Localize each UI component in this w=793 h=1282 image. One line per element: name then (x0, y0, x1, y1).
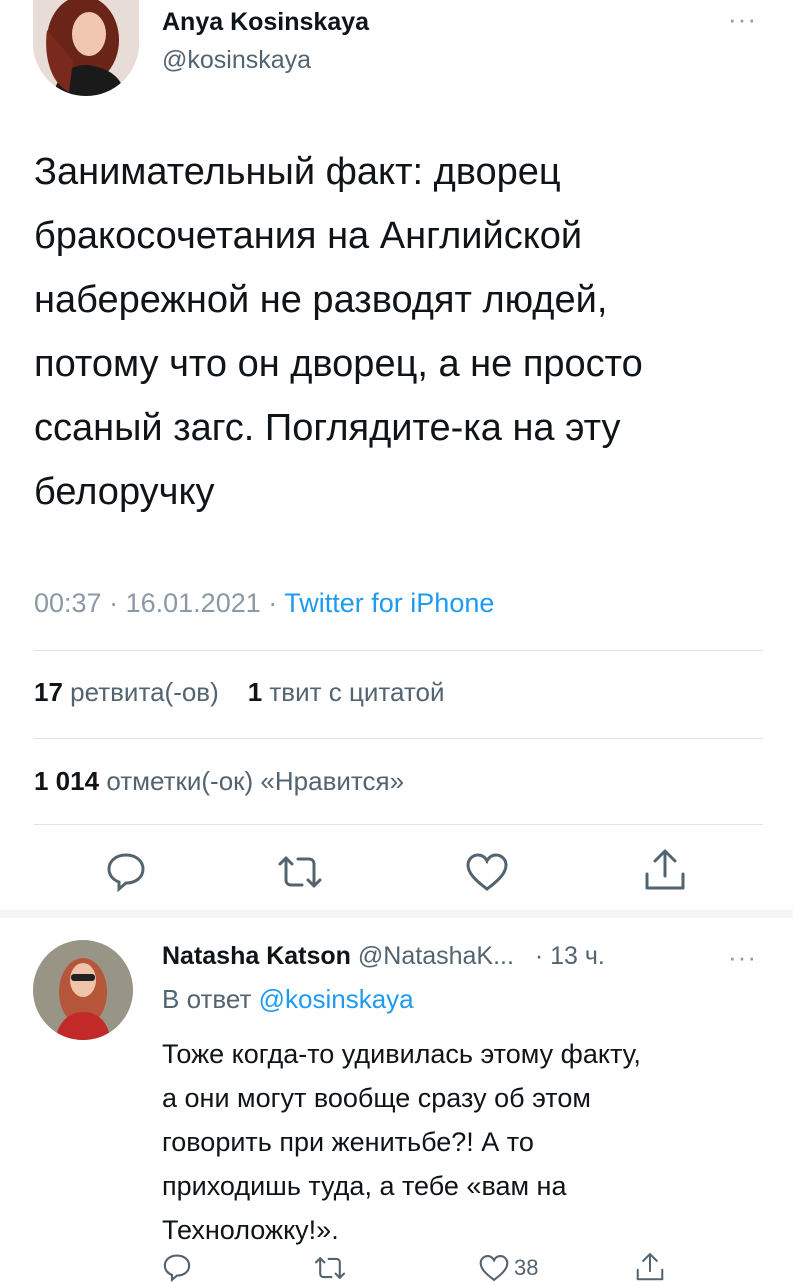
tweet-text-line: бракосочетания на Английской (34, 215, 583, 257)
like-stats[interactable]: 1 014 отметки(-ок) «Нравится» (34, 766, 404, 797)
share-icon (642, 848, 688, 892)
tweet-text-line: набережной не разводят людей, (34, 279, 608, 321)
retweet-icon (276, 852, 324, 892)
reply-like-button[interactable]: 38 (478, 1254, 538, 1282)
reply-time: · 13 ч. (534, 942, 605, 970)
reply-icon (162, 1252, 192, 1282)
tweet-text-line: ссаный загс. Поглядите-ка на эту (34, 407, 621, 449)
reply-author-avatar[interactable] (33, 940, 133, 1040)
retweets-count: 17 (34, 677, 63, 707)
author-name[interactable]: Anya Kosinskaya (162, 8, 369, 37)
tweet-text-line: Занимательный факт: дворец (34, 151, 561, 193)
tweet-text-line: белоручку (34, 471, 215, 513)
reply-retweet-button[interactable] (313, 1254, 347, 1282)
author-handle[interactable]: @kosinskaya (162, 46, 311, 75)
reply-text-line: приходишь туда, а тебе «вам на (162, 1171, 567, 1201)
reply-text-line: Тоже когда-то удивилась этому факту, (162, 1039, 641, 1069)
retweets-label: ретвита(-ов) (70, 677, 219, 707)
meta-separator: · (268, 588, 278, 618)
reply-text-line: а они могут вообще сразу об этом (162, 1083, 591, 1113)
tweet-time: 00:37 (34, 588, 102, 618)
tweet-source-link[interactable]: Twitter for iPhone (284, 588, 494, 618)
meta-separator: · (109, 588, 119, 618)
share-button[interactable] (642, 848, 688, 892)
retweet-stats[interactable]: 17 ретвита(-ов) 1 твит с цитатой (34, 677, 445, 708)
reply-reply-button[interactable] (162, 1252, 192, 1282)
reply-to-line: В ответ @kosinskaya (162, 984, 414, 1015)
reply-button[interactable] (105, 850, 147, 892)
more-options-icon[interactable]: ··· (728, 4, 757, 35)
reply-to-label: В ответ (162, 984, 252, 1014)
divider (34, 738, 763, 739)
tweet-meta: 00:37 · 16.01.2021 · Twitter for iPhone (34, 588, 494, 619)
reply-icon (105, 850, 147, 892)
divider (34, 650, 763, 651)
reply-more-options-icon[interactable]: ··· (728, 942, 757, 973)
heart-icon (478, 1254, 510, 1282)
reply-text: Тоже когда-то удивилась этому факту, а о… (162, 1032, 772, 1252)
likes-count: 1 014 (34, 766, 100, 796)
tweet-text-line: потому что он дворец, а не просто (34, 343, 643, 385)
retweet-icon (313, 1254, 347, 1282)
reply-text-line: говорить при женитьбе?! А то (162, 1127, 534, 1157)
reply-text-line: Техноложку!». (162, 1215, 339, 1245)
section-separator (0, 910, 793, 918)
reply-header: Natasha Katson @NatashaK... · 13 ч. (162, 942, 605, 971)
quotes-count: 1 (247, 677, 263, 707)
likes-label: отметки(-ок) «Нравится» (106, 766, 405, 796)
like-button[interactable] (465, 852, 509, 892)
reply-to-mention[interactable]: @kosinskaya (259, 984, 414, 1014)
reply-share-button[interactable] (634, 1252, 666, 1282)
reply-author-name[interactable]: Natasha Katson (162, 942, 351, 970)
heart-icon (465, 852, 509, 892)
tweet-text: Занимательный факт: дворец бракосочетани… (34, 140, 774, 524)
tweet-date: 16.01.2021 (125, 588, 261, 618)
retweet-button[interactable] (276, 852, 324, 892)
quotes-label: твит с цитатой (269, 677, 445, 707)
author-avatar[interactable] (33, 0, 139, 96)
share-icon (634, 1252, 666, 1282)
reply-like-count: 38 (514, 1255, 539, 1280)
divider (34, 824, 763, 825)
reply-author-handle[interactable]: @NatashaK... (358, 942, 514, 970)
